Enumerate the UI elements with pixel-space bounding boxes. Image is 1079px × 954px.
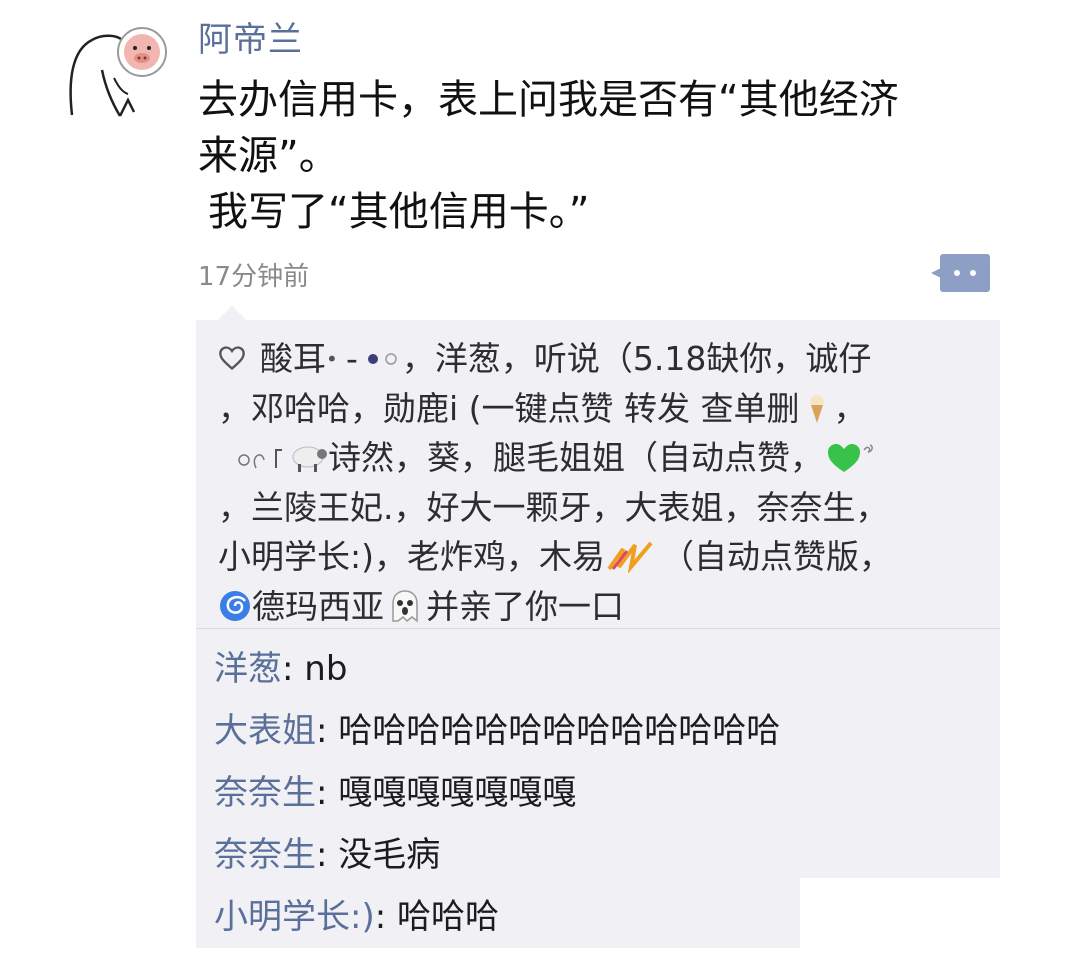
ice-cream-icon xyxy=(809,394,824,423)
likes-line: ，兰陵王妃.，好大一颗牙，大表姐，奈奈生， xyxy=(218,487,889,527)
liker-text: 诗然，葵，腿毛姐姐（自动点赞， xyxy=(328,438,823,477)
comment-text: 嘎嘎嘎嘎嘎嘎嘎 xyxy=(338,773,577,813)
liker-text: - xyxy=(346,339,358,378)
comment-separator: : xyxy=(316,711,339,751)
comment-row[interactable]: 洋葱: nb xyxy=(214,638,994,700)
likes-line: ，邓哈哈，勋鹿i (一键点赞 转发 查单删 ， xyxy=(218,384,988,434)
comment-text: 哈哈哈 xyxy=(397,897,499,937)
liker-text: 德玛西亚 xyxy=(252,586,384,626)
comment-separator: : xyxy=(374,897,397,937)
comment-text: nb xyxy=(304,649,348,689)
blank-overlay xyxy=(800,878,1000,948)
liker-text: 酸耳 xyxy=(260,339,326,378)
post-timestamp: 17分钟前 xyxy=(198,262,310,292)
comment-author[interactable]: 大表姐 xyxy=(214,711,316,751)
swoosh-icon xyxy=(607,541,653,573)
liker-text: ，洋葱，听说（5.18缺你，诚仔 xyxy=(401,339,872,378)
avatar[interactable] xyxy=(62,20,170,128)
post-text-line: 我写了“其他信用卡。” xyxy=(208,189,590,235)
comment-dots-icon[interactable] xyxy=(931,254,990,292)
liker-text: ， xyxy=(833,388,867,428)
post-text: 去办信用卡，表上问我是否有“其他经济 来源”。 我写了“其他信用卡。” xyxy=(198,72,988,240)
cyclone-icon xyxy=(220,590,250,621)
liker-text: ，邓哈哈，勋鹿i (一键点赞 转发 查单删 xyxy=(218,388,800,428)
liker-text: 小明学长:)，老炸鸡，木易 xyxy=(218,537,605,576)
liker-text: （自动点赞版， xyxy=(661,537,892,576)
comment-row[interactable]: 奈奈生: 嘎嘎嘎嘎嘎嘎嘎 xyxy=(214,762,994,824)
heart-outline-icon xyxy=(219,346,245,371)
comment-author[interactable]: 小明学长:) xyxy=(214,897,375,937)
comment-separator: : xyxy=(316,835,339,875)
likes-line: 诗然，葵，腿毛姐姐（自动点赞， xyxy=(218,433,988,483)
post-text-line: 来源”。 xyxy=(198,133,339,179)
comment-text: 哈哈哈哈哈哈哈哈哈哈哈哈哈 xyxy=(338,711,781,751)
poster-name[interactable]: 阿帝兰 xyxy=(198,12,303,61)
likes-line: 德玛西亚 并亲了你一口 xyxy=(218,582,988,632)
comment-separator: : xyxy=(316,773,339,813)
likes-line: 小明学长:)，老炸鸡，木易 （自动点赞版， xyxy=(218,532,988,582)
sheep-icon xyxy=(292,446,327,472)
comment-row[interactable]: 大表姐: 哈哈哈哈哈哈哈哈哈哈哈哈哈 xyxy=(214,700,994,762)
comment-author[interactable]: 奈奈生 xyxy=(214,773,316,813)
comment-section: 酸耳 - ，洋葱，听说（5.18缺你，诚仔 ，邓哈哈，勋鹿i (一键点赞 转发 查单… xyxy=(196,306,1000,948)
likes-list: 酸耳 - ，洋葱，听说（5.18缺你，诚仔 ，邓哈哈，勋鹿i (一键点赞 转发 查单… xyxy=(218,334,988,631)
liker-text: 并亲了你一口 xyxy=(426,586,624,626)
divider xyxy=(196,628,1000,629)
comment-author[interactable]: 洋葱 xyxy=(214,649,282,689)
eye-symbol-icon xyxy=(367,353,397,365)
likes-line: 酸耳 - ，洋葱，听说（5.18缺你，诚仔 xyxy=(218,334,988,384)
comment-separator: : xyxy=(282,649,305,689)
comment-author[interactable]: 奈奈生 xyxy=(214,835,316,875)
comment-text: 没毛病 xyxy=(338,835,441,875)
ghost-icon xyxy=(392,589,418,623)
swirl-symbol-icon xyxy=(238,449,282,469)
green-heart-icon xyxy=(828,444,873,472)
post-text-line: 去办信用卡，表上问我是否有“其他经济 xyxy=(198,77,899,123)
comment-row[interactable]: 奈奈生: 没毛病 xyxy=(214,824,994,886)
eye-symbol-icon xyxy=(328,355,335,362)
